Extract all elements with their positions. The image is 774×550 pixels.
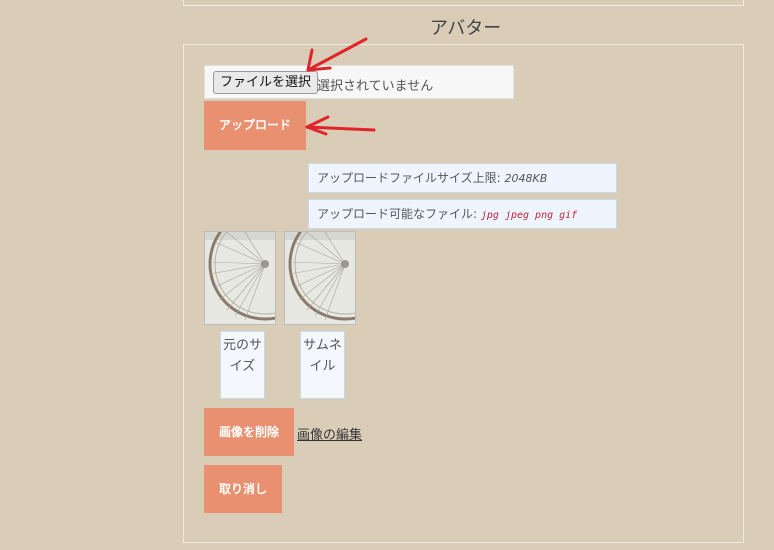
bicycle-wheel-image — [205, 232, 275, 324]
annotation-arrow-icon — [305, 115, 376, 136]
original-size-caption: 元のサイズ — [220, 331, 265, 399]
allowed-types-info: アップロード可能なファイル: jpg jpeg png gif — [308, 199, 617, 229]
file-status-text: 選択されていません — [317, 79, 434, 94]
size-limit-label: アップロードファイルサイズ上限: — [317, 171, 505, 185]
thumbnail-caption: サムネイル — [300, 331, 345, 399]
thumbnail-image — [284, 231, 356, 325]
size-limit-info: アップロードファイルサイズ上限: 2048KB — [308, 163, 617, 193]
upload-button[interactable]: アップロード — [204, 101, 306, 150]
allowed-types-label: アップロード可能なファイル: — [317, 207, 481, 221]
bicycle-wheel-thumbnail — [285, 232, 355, 324]
allowed-types-value: jpg jpeg png gif — [480, 210, 578, 221]
annotation-arrow-icon — [306, 37, 368, 72]
delete-image-button[interactable]: 画像を削除 — [204, 408, 294, 456]
size-limit-value: 2048KB — [504, 172, 548, 185]
edit-image-link[interactable]: 画像の編集 — [297, 424, 362, 443]
original-image — [204, 231, 276, 325]
section-title: アバター — [430, 18, 502, 39]
cancel-button[interactable]: 取り消し — [204, 465, 282, 513]
previous-section-box — [183, 0, 744, 6]
